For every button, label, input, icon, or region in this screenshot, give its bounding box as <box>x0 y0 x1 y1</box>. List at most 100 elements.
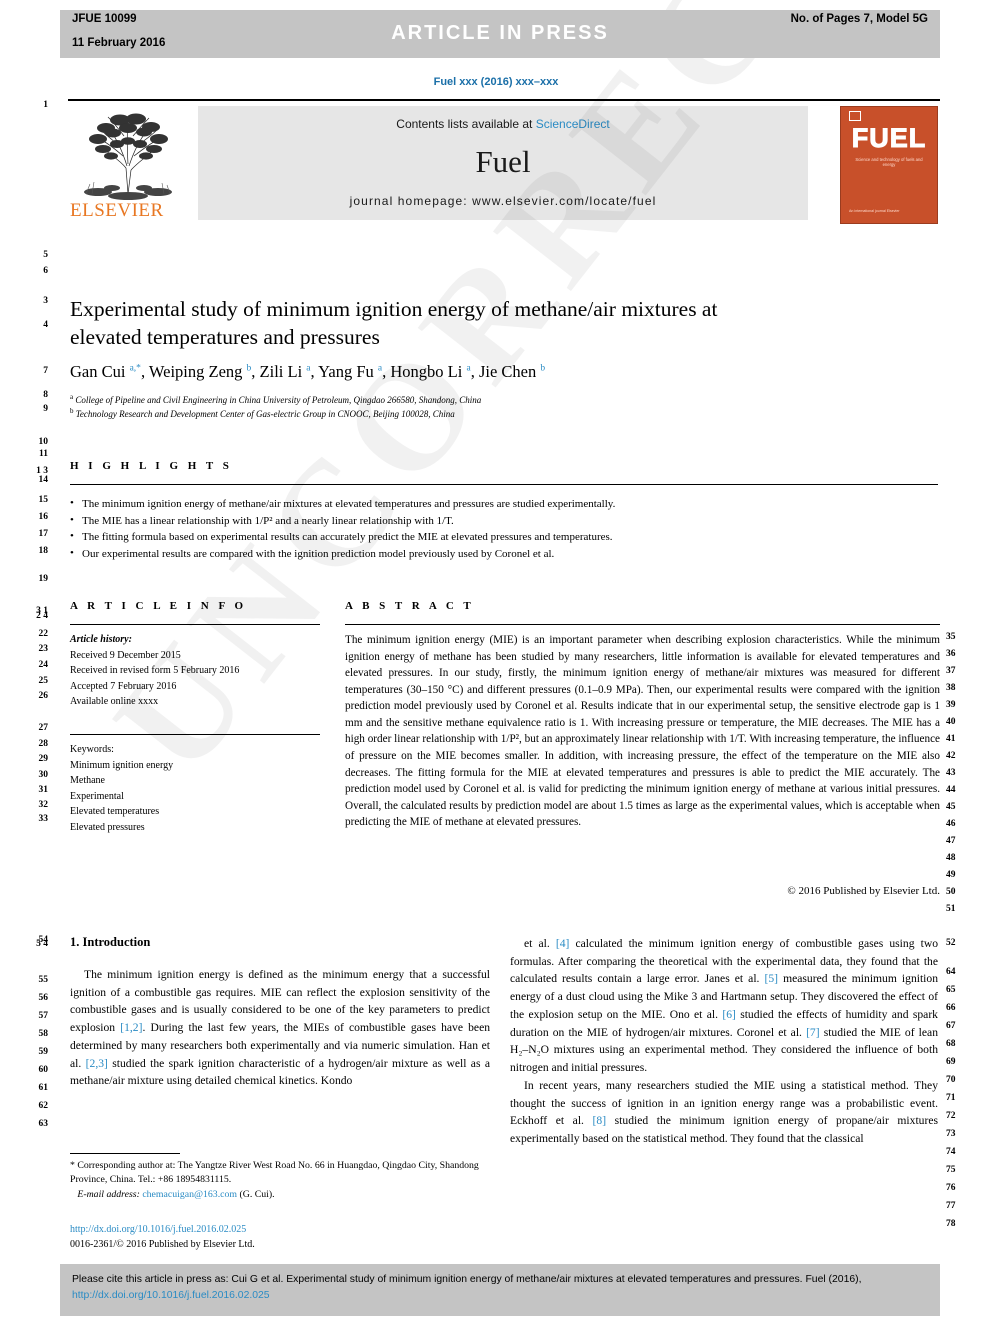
line-number: 37 <box>946 666 956 676</box>
line-number: 41 <box>946 734 956 744</box>
line-number: 47 <box>946 836 956 846</box>
keywords-block: Keywords: Minimum ignition energy Methan… <box>70 742 320 835</box>
affiliation-a-text: College of Pipeline and Civil Engineerin… <box>75 395 482 405</box>
keyword-item: Methane <box>70 775 105 786</box>
line-number: 51 <box>946 904 956 914</box>
line-number: 40 <box>946 717 956 727</box>
line-number: 76 <box>946 1183 956 1193</box>
highlights-heading: H I G H L I G H T S <box>70 460 233 472</box>
list-item: The minimum ignition energy of methane/a… <box>70 495 938 513</box>
history-item: Received 9 December 2015 <box>70 649 181 661</box>
article-in-press-header: JFUE 10099 11 February 2016 ARTICLE IN P… <box>60 10 940 58</box>
email-owner: (G. Cui). <box>239 1188 275 1200</box>
line-number: 64 <box>946 967 956 977</box>
cite-text: Please cite this article in press as: Cu… <box>72 1272 928 1304</box>
line-number: 57 <box>38 1011 49 1021</box>
line-number: 16 <box>38 512 49 522</box>
list-item: Our experimental results are compared wi… <box>70 545 938 563</box>
paragraph: et al. [4] calculated the minimum igniti… <box>510 937 938 1075</box>
line-number: 15 <box>38 495 49 505</box>
line-number: 52 <box>946 938 956 948</box>
citation-ref[interactable]: [4] <box>556 937 570 950</box>
line-number: 18 <box>38 546 49 556</box>
history-item: Accepted 7 February 2016 <box>70 680 177 692</box>
cover-subtitle: Science and technology of fuels and ener… <box>855 157 923 167</box>
keyword-item: Experimental <box>70 790 124 802</box>
footnote-rule <box>70 1153 180 1154</box>
list-item: The fitting formula based on experimenta… <box>70 528 938 546</box>
line-number: 70 <box>946 1075 956 1085</box>
email-link[interactable]: chemacuigan@163.com <box>142 1189 237 1200</box>
cite-this-article-box: Please cite this article in press as: Cu… <box>60 1264 940 1316</box>
email-address-label: E-mail address: <box>77 1188 140 1200</box>
cover-logo-box <box>849 111 861 121</box>
section-heading-introduction: 1. Introduction <box>70 935 151 949</box>
line-number: 5 <box>43 250 48 260</box>
line-number: 58 <box>38 1029 49 1039</box>
line-number: 1 <box>43 100 48 110</box>
line-number: 60 <box>38 1065 49 1075</box>
line-number: 68 <box>946 1039 956 1049</box>
citation-ref[interactable]: [5] <box>765 972 779 985</box>
line-number: 10 <box>38 437 49 447</box>
line-number: 42 <box>946 751 956 761</box>
line-number: 77 <box>946 1201 956 1211</box>
pages-model-label: No. of Pages 7, Model 5G <box>790 13 928 25</box>
affiliation-a: a College of Pipeline and Civil Engineer… <box>70 393 482 405</box>
journal-title: Fuel <box>475 144 531 179</box>
line-number: 63 <box>38 1119 49 1129</box>
line-number: 67 <box>946 1021 956 1031</box>
line-number: 39 <box>946 700 956 710</box>
issn-copyright-line: 0016-2361/© 2016 Published by Elsevier L… <box>70 1239 255 1250</box>
contents-prefix: Contents lists available at <box>396 117 536 131</box>
line-number: 30 <box>38 770 49 780</box>
citation-ref[interactable]: [2,3] <box>86 1057 108 1070</box>
body-column-right: et al. [4] calculated the minimum igniti… <box>510 935 938 1148</box>
citation-ref[interactable]: [6] <box>722 1008 736 1021</box>
line-number: 11 <box>39 449 48 459</box>
corresponding-author-note: * Corresponding author at: The Yangtze R… <box>70 1159 490 1202</box>
line-number: 33 <box>38 814 49 824</box>
line-number: 5 4 <box>36 939 48 949</box>
highlights-rule <box>70 484 938 485</box>
line-number: 38 <box>946 683 956 693</box>
line-number: 28 <box>38 739 49 749</box>
line-number: 43 <box>946 768 956 778</box>
citation-ref[interactable]: [8] <box>593 1114 607 1127</box>
line-number: 3 <box>43 296 48 306</box>
sciencedirect-link[interactable]: ScienceDirect <box>536 117 610 131</box>
line-number: 65 <box>946 985 956 995</box>
journal-homepage[interactable]: journal homepage: www.elsevier.com/locat… <box>198 194 808 208</box>
cite-doi-link[interactable]: http://dx.doi.org/10.1016/j.fuel.2016.02… <box>72 1290 270 1301</box>
history-item: Received in revised form 5 February 2016 <box>70 665 240 676</box>
doi-link[interactable]: http://dx.doi.org/10.1016/j.fuel.2016.02… <box>70 1222 490 1237</box>
keyword-item: Minimum ignition energy <box>70 759 174 771</box>
line-number: 24 <box>38 660 49 670</box>
citation-ref[interactable]: [1,2] <box>120 1021 142 1034</box>
line-number: 62 <box>38 1101 49 1111</box>
abstract-heading: A B S T R A C T <box>345 600 475 612</box>
line-number: 26 <box>38 691 49 701</box>
body-column-left: The minimum ignition energy is defined a… <box>70 966 490 1090</box>
list-item: The MIE has a linear relationship with 1… <box>70 512 938 530</box>
line-number: 14 <box>38 475 49 485</box>
abstract-rule <box>345 624 940 625</box>
affiliation-b: b Technology Research and Development Ce… <box>70 407 455 419</box>
line-number: 71 <box>946 1093 956 1103</box>
elsevier-wordmark: ELSEVIER <box>70 200 164 221</box>
line-number: 48 <box>946 853 956 863</box>
abstract-text: The minimum ignition energy (MIE) is an … <box>345 634 940 829</box>
paragraph: In recent years, many researchers studie… <box>510 1078 938 1146</box>
keyword-item: Elevated temperatures <box>70 806 160 817</box>
highlights-items: The minimum ignition energy of methane/a… <box>70 495 938 563</box>
line-number: 55 <box>38 975 49 985</box>
highlights-list: The minimum ignition energy of methane/a… <box>70 495 938 563</box>
masthead-center-panel: Contents lists available at ScienceDirec… <box>198 106 808 220</box>
line-number: 72 <box>946 1111 956 1121</box>
elsevier-logo: ELSEVIER <box>68 106 188 224</box>
journal-cover-thumbnail: FUEL Science and technology of fuels and… <box>840 106 938 224</box>
line-number: 35 <box>946 632 956 642</box>
citation-ref[interactable]: [7] <box>806 1026 820 1039</box>
affiliation-b-text: Technology Research and Development Cent… <box>75 409 455 419</box>
doi-block: http://dx.doi.org/10.1016/j.fuel.2016.02… <box>70 1222 490 1252</box>
